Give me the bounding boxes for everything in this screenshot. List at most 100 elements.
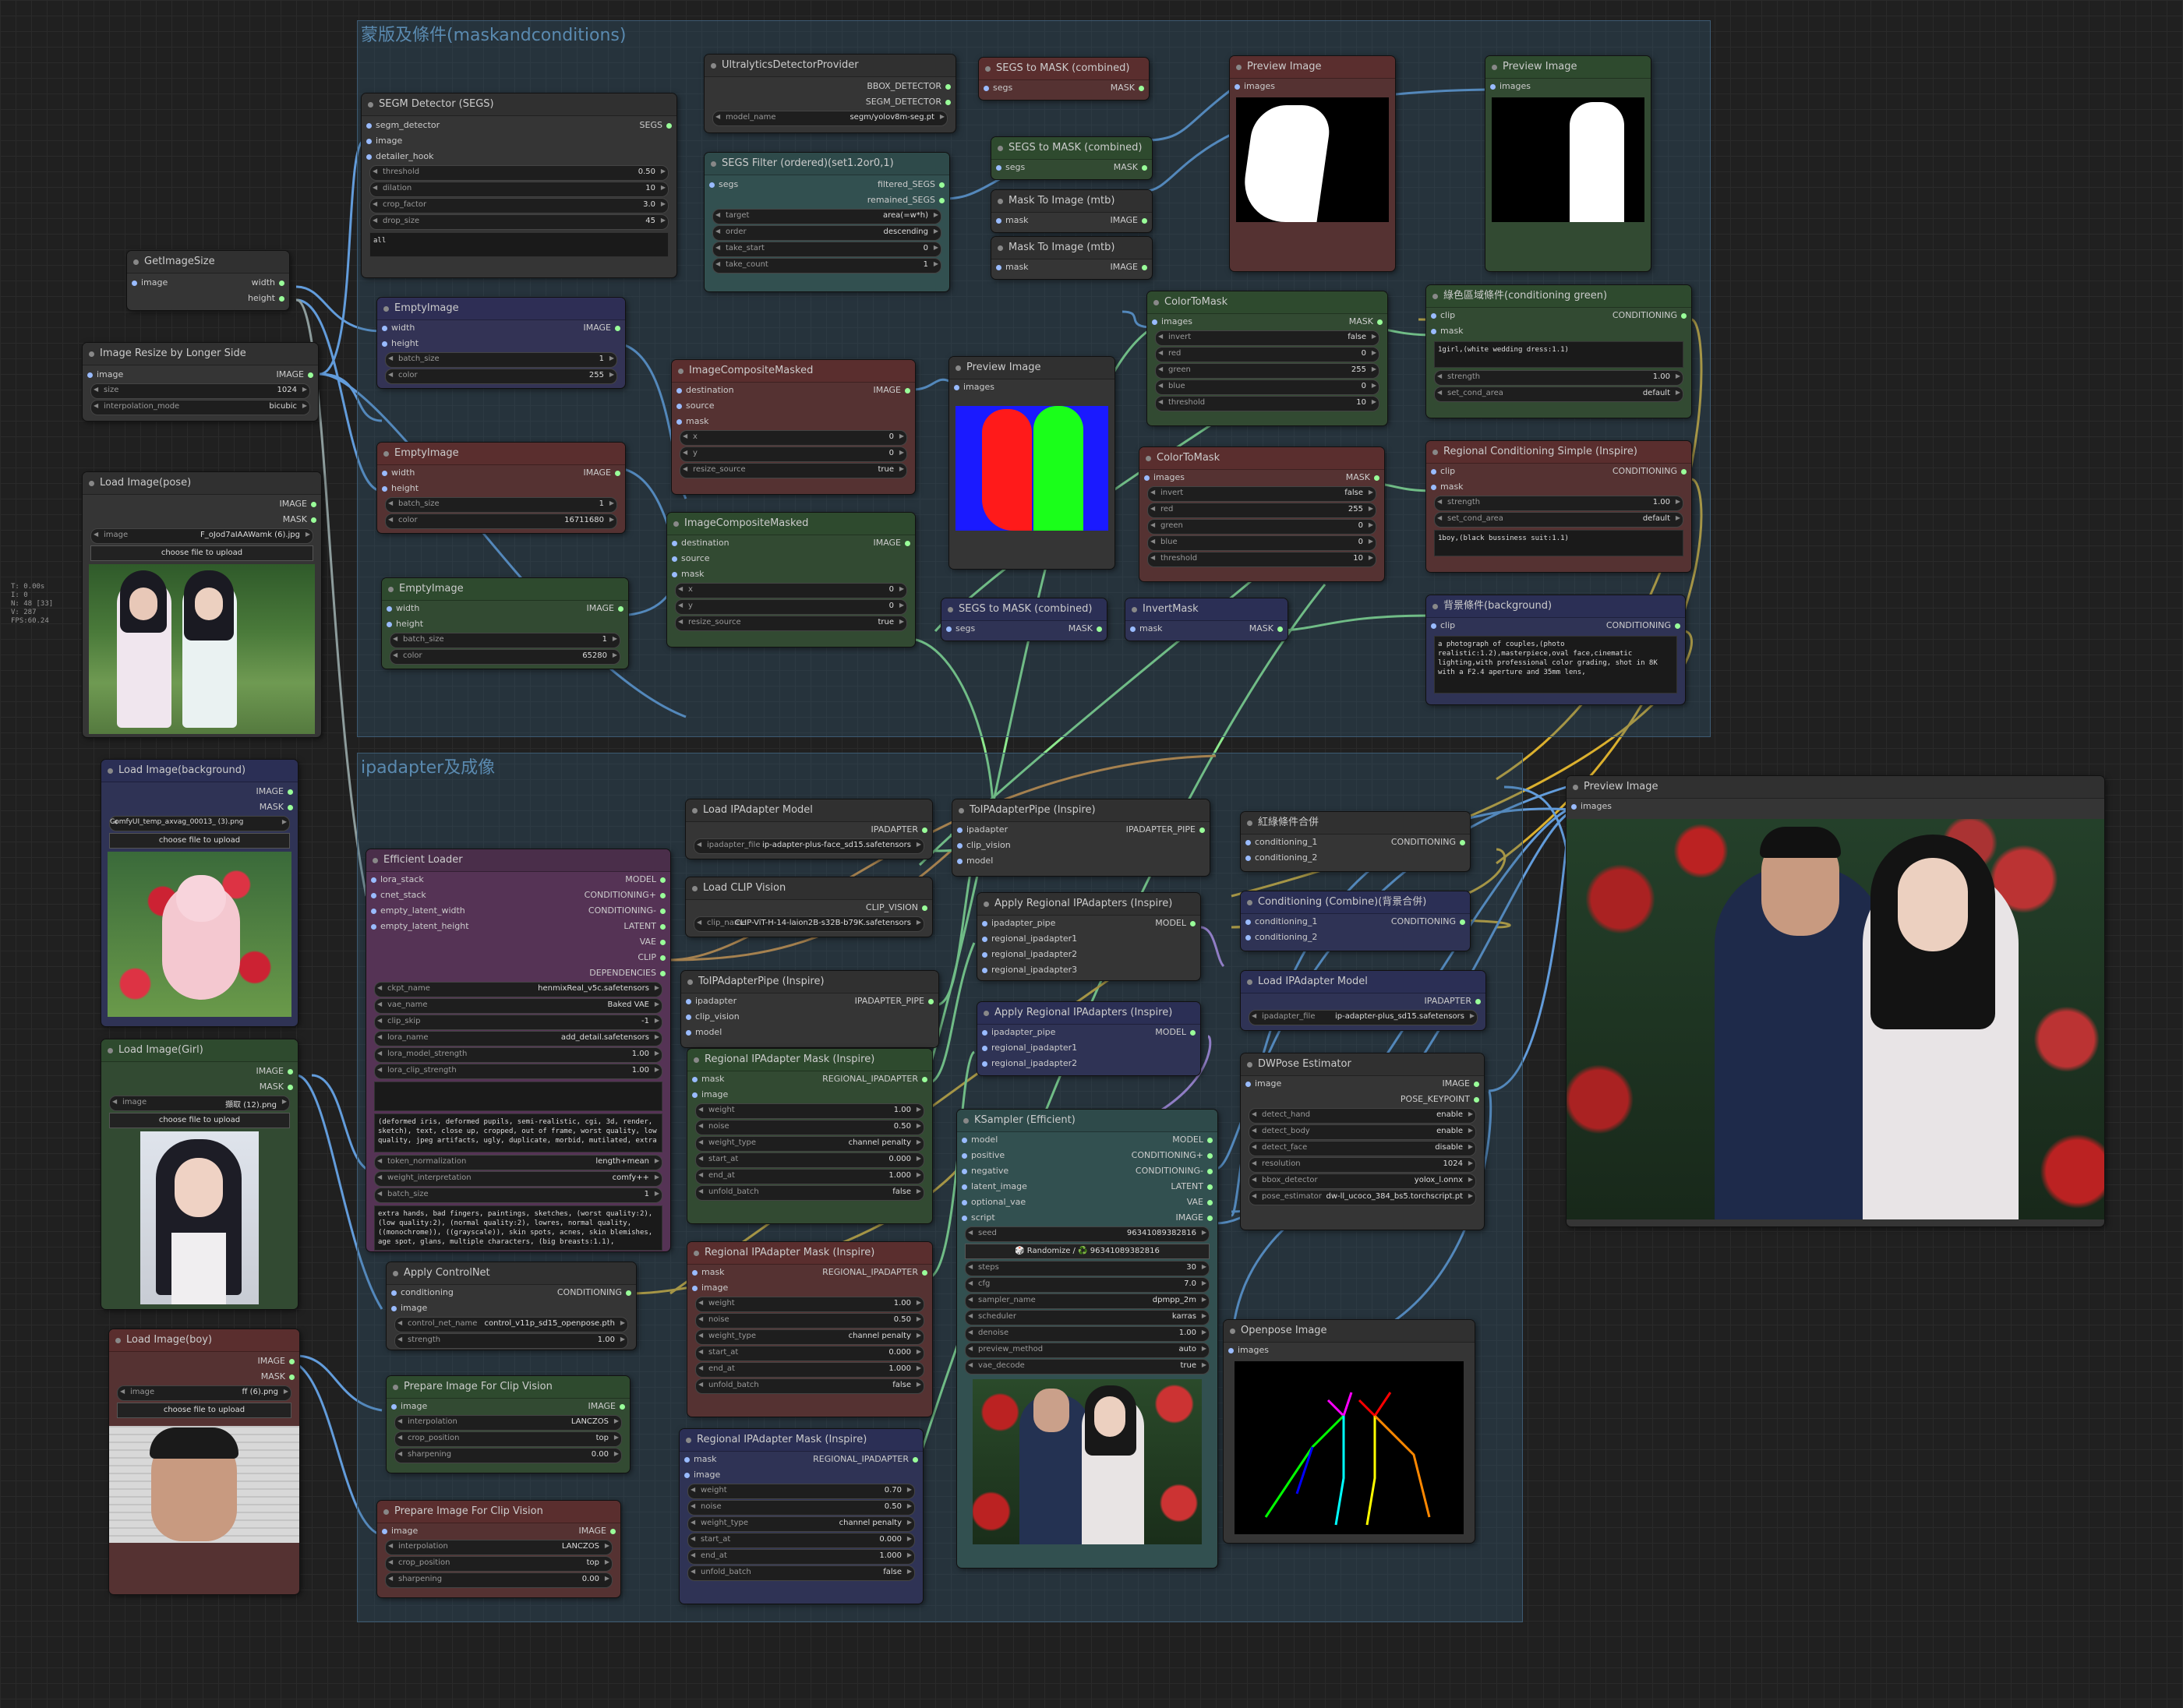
scheduler-select[interactable]: schedulerkarras [965, 1310, 1210, 1325]
pose-estimator-select[interactable]: pose_estimatordw-ll_ucoco_384_bs5.torchs… [1249, 1190, 1476, 1205]
node-apply-controlnet[interactable]: Apply ControlNet conditioning CONDITIONIN… [387, 1262, 636, 1350]
green-widget[interactable]: green0 [1147, 519, 1376, 535]
threshold-widget[interactable]: threshold0.50 [369, 165, 669, 181]
labels-textarea[interactable]: all [369, 232, 669, 257]
upload-button[interactable]: choose file to upload [109, 1113, 290, 1128]
randomize-button[interactable]: 🎲 Randomize / ♻️ 963410893828​16 [965, 1244, 1210, 1259]
image-select[interactable]: imageF_oJod7aIAAWamk (6).jpg [90, 528, 313, 544]
node-color-to-mask-1[interactable]: ColorToMask imagesMASK invertfalse red0 … [1147, 291, 1387, 425]
resize-source-toggle[interactable]: resize_sourcetrue [675, 616, 907, 631]
node-regional-ipadapter-mask-2[interactable]: Regional IPAdapter Mask (Inspire) mask RE… [687, 1242, 932, 1417]
node-mask-to-image-1[interactable]: Mask To Image (mtb) mask IMAGE [991, 190, 1152, 232]
node-regional-ipadapter-mask-1[interactable]: Regional IPAdapter Mask (Inspire) mask RE… [687, 1049, 932, 1223]
y-widget[interactable]: y0 [680, 446, 907, 462]
threshold-widget[interactable]: threshold10 [1155, 396, 1379, 411]
vae-decode-select[interactable]: vae_decodetrue [965, 1359, 1210, 1375]
node-segs-to-mask-2[interactable]: SEGS to MASK (combined) segs MASK [991, 137, 1152, 179]
node-conditioning-combine-red-green[interactable]: 紅綠條件合併 conditioning_1 CONDITIONING condit… [1241, 812, 1470, 871]
node-load-image-girl[interactable]: Load Image(Girl) IMAGE MASK image擷取 (12)… [101, 1039, 298, 1309]
node-apply-regional-ipadapters-1[interactable]: Apply Regional IPAdapters (Inspire) ipad… [977, 893, 1200, 980]
weight-widget[interactable]: weight0.70 [687, 1484, 915, 1499]
end-at-widget[interactable]: end_at1.000 [687, 1549, 915, 1565]
node-image-resize[interactable]: Image Resize by Longer Side imageIMAGE s… [83, 343, 318, 421]
vae-name-select[interactable]: vae_nameBaked VAE [374, 998, 662, 1014]
node-segm-detector[interactable]: SEGM Detector (SEGS) segm_detector SEGS i… [362, 94, 676, 277]
weight-type-select[interactable]: weight_typechannel penalty [695, 1329, 924, 1345]
node-conditioning-combine-background[interactable]: Conditioning (Combine)(背景合併) conditionin… [1241, 891, 1470, 951]
node-to-ipadapter-pipe-2[interactable]: ToIPAdapterPipe (Inspire) ipadapter IPADA… [681, 971, 938, 1047]
lora-clip-strength-widget[interactable]: lora_clip_strength1.00 [374, 1064, 662, 1079]
node-empty-image-1[interactable]: EmptyImage widthIMAGE height batch_size1… [377, 298, 625, 388]
noise-widget[interactable]: noise0.50 [695, 1120, 924, 1135]
resize-source-toggle[interactable]: resize_sourcetrue [680, 463, 907, 478]
node-segs-to-mask-1[interactable]: SEGS to MASK (combined) segs MASK [979, 58, 1149, 100]
color-widget[interactable]: color65280 [390, 649, 620, 665]
strength-widget[interactable]: strength1.00 [394, 1333, 628, 1349]
ipadapter-file-select[interactable]: ipadapter_fileip-adapter-plus_sd15.safet… [1249, 1010, 1478, 1025]
positive-prompt-textarea[interactable] [374, 1082, 662, 1111]
control-net-name-select[interactable]: control_net_namecontrol_v11p_sd15_openpo… [394, 1317, 628, 1332]
batch-size-widget[interactable]: batch_size1 [390, 633, 620, 648]
take-start-widget[interactable]: take_start0 [712, 242, 941, 257]
image-select[interactable]: image擷取 (12).png [109, 1096, 290, 1111]
node-load-ipadapter-2[interactable]: Load IPAdapter Model IPADAPTER ipadapter… [1241, 971, 1485, 1030]
unfold-batch-toggle[interactable]: unfold_batchfalse [695, 1185, 924, 1201]
green-widget[interactable]: green255 [1155, 363, 1379, 379]
set-cond-area-widget[interactable]: set_cond_areadefault [1434, 386, 1683, 402]
interpolation-select[interactable]: interpolationLANCZOS [394, 1415, 622, 1431]
detect-face-select[interactable]: detect_facedisable [1249, 1141, 1476, 1156]
node-conditioning-background[interactable]: 背景條件(background) clip CONDITIONING a phot… [1426, 595, 1685, 704]
clip-name-select[interactable]: clip_nameCLIP-ViT-H-14-laion2B-s32B-b79K… [694, 916, 924, 932]
node-getimagesize[interactable]: GetImageSize image width height [127, 251, 289, 310]
bbox-detector-select[interactable]: bbox_detectoryolox_l.onnx [1249, 1173, 1476, 1189]
unfold-batch-toggle[interactable]: unfold_batchfalse [687, 1565, 915, 1581]
size-widget[interactable]: size1024 [90, 383, 310, 399]
red-widget[interactable]: red0 [1155, 347, 1379, 362]
node-conditioning-red[interactable]: Regional Conditioning Simple (Inspire) c… [1426, 441, 1691, 572]
cfg-widget[interactable]: cfg7.0 [965, 1277, 1210, 1293]
strength-widget[interactable]: strength1.00 [1434, 496, 1683, 511]
node-preview-image-3[interactable]: Preview Image images [949, 357, 1114, 569]
node-invert-mask[interactable]: InvertMask mask MASK [1125, 598, 1288, 640]
weight-widget[interactable]: weight1.00 [695, 1103, 924, 1119]
node-apply-regional-ipadapters-2[interactable]: Apply Regional IPAdapters (Inspire) ipad… [977, 1002, 1200, 1075]
seed-widget[interactable]: seed963410893828​16 [965, 1226, 1210, 1242]
y-widget[interactable]: y0 [675, 599, 907, 615]
node-preview-image-1[interactable]: Preview Image images [1230, 56, 1395, 271]
drop-size-widget[interactable]: drop_size45 [369, 214, 669, 230]
node-regional-ipadapter-mask-3[interactable]: Regional IPAdapter Mask (Inspire) mask RE… [680, 1429, 923, 1604]
blue-widget[interactable]: blue0 [1147, 535, 1376, 551]
order-widget[interactable]: orderdescending [712, 225, 941, 241]
node-prepare-clip-vision-2[interactable]: Prepare Image For Clip Vision image IMAGE… [377, 1501, 620, 1597]
end-at-widget[interactable]: end_at1.000 [695, 1169, 924, 1184]
batch-size-widget[interactable]: batch_size1 [385, 497, 617, 513]
weight-type-select[interactable]: weight_typechannel penalty [695, 1136, 924, 1152]
node-dwpose-estimator[interactable]: DWPose Estimator image IMAGE POSE_KEYPOIN… [1241, 1053, 1484, 1230]
node-load-image-boy[interactable]: Load Image(boy) IMAGE MASK imageff (6).p… [109, 1329, 299, 1594]
crop-factor-widget[interactable]: crop_factor3.0 [369, 198, 669, 214]
sharpening-widget[interactable]: sharpening0.00 [385, 1572, 613, 1588]
node-load-clip-vision[interactable]: Load CLIP Vision CLIP_VISION clip_nameCL… [686, 877, 932, 937]
crop-position-select[interactable]: crop_positiontop [385, 1556, 613, 1572]
node-load-image-pose[interactable]: Load Image(pose) IMAGE MASK imageF_oJod7… [83, 472, 321, 737]
color-widget[interactable]: color16711680 [385, 513, 617, 529]
steps-widget[interactable]: steps30 [965, 1261, 1210, 1276]
image-select[interactable]: imageComfyUI_temp_axvag_00013_ (3).png [109, 816, 290, 831]
batch-size-widget[interactable]: batch_size1 [385, 352, 617, 368]
crop-position-select[interactable]: crop_positiontop [394, 1431, 622, 1447]
take-count-widget[interactable]: take_count1 [712, 258, 941, 273]
node-image-composite-1[interactable]: ImageCompositeMasked destination IMAGE so… [672, 360, 915, 494]
x-widget[interactable]: x0 [680, 430, 907, 446]
upload-button[interactable]: choose file to upload [90, 545, 313, 561]
image-select[interactable]: imageff (6).png [117, 1385, 291, 1401]
invert-toggle[interactable]: invertfalse [1147, 486, 1376, 502]
denoise-widget[interactable]: denoise1.00 [965, 1326, 1210, 1342]
weight-widget[interactable]: weight1.00 [695, 1297, 924, 1312]
lora-name-select[interactable]: lora_nameadd_detail.safetensors [374, 1031, 662, 1046]
ckpt-name-select[interactable]: ckpt_namehenmixReal_v5c.safetensors [374, 982, 662, 997]
interpolation-widget[interactable]: interpolation_modebicubic [90, 400, 310, 415]
end-at-widget[interactable]: end_at1.000 [695, 1362, 924, 1378]
node-mask-to-image-2[interactable]: Mask To Image (mtb) mask IMAGE [991, 237, 1152, 279]
node-ksampler-efficient[interactable]: KSampler (Efficient) model MODEL positive… [957, 1110, 1217, 1568]
node-to-ipadapter-pipe-1[interactable]: ToIPAdapterPipe (Inspire) ipadapter IPADA… [952, 799, 1210, 876]
